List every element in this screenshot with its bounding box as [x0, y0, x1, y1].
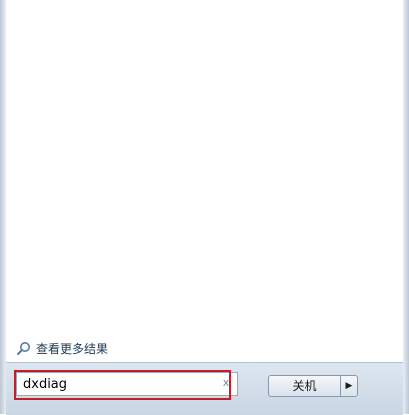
search-results-area	[6, 0, 403, 328]
shutdown-group: 关机 ▶	[268, 375, 358, 397]
shutdown-options-arrow-icon[interactable]: ▶	[340, 375, 358, 397]
search-highlight-box	[14, 370, 231, 400]
see-more-results-link[interactable]: 查看更多结果	[16, 339, 108, 357]
search-icon	[16, 341, 31, 356]
shutdown-button[interactable]: 关机	[268, 375, 340, 397]
see-more-results-label: 查看更多结果	[36, 341, 109, 356]
window-right-border	[403, 0, 409, 414]
start-menu-window: 查看更多结果 x 关机 ▶	[0, 0, 409, 415]
